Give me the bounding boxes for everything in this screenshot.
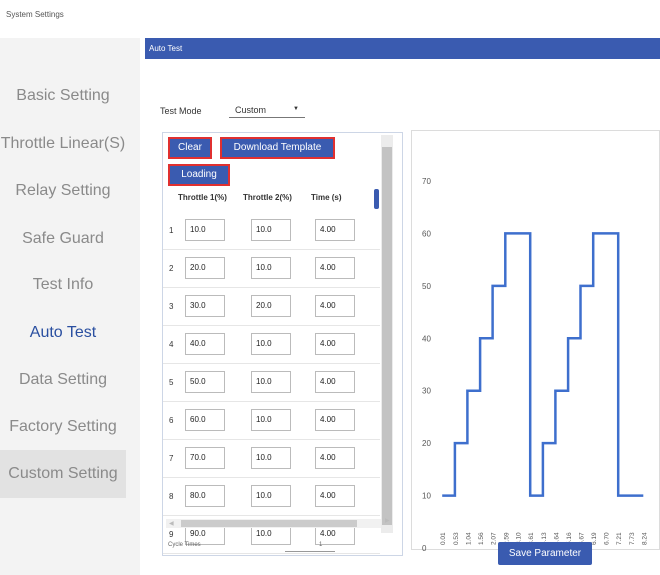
throttle-chart: 0102030405060700.01 0.53 1.04 1.56 2.07 2.59 3…: [422, 177, 648, 553]
page-title: Auto Test: [145, 38, 660, 59]
y-tick-label: 20: [422, 439, 431, 448]
table-row: 5 50.0 10.0 4.00: [163, 364, 380, 402]
time-input[interactable]: 4.00: [315, 409, 355, 431]
time-input[interactable]: 4.00: [315, 295, 355, 317]
throttle-2-input[interactable]: 20.0: [251, 295, 291, 317]
sidebar-item-basic-setting[interactable]: Basic Setting: [0, 87, 126, 105]
download-template-button[interactable]: Download Template: [220, 137, 335, 159]
row-index: 8: [169, 492, 174, 501]
test-mode-label: Test Mode: [160, 106, 202, 116]
column-header-marker: [374, 189, 379, 209]
throttle-2-input[interactable]: 10.0: [251, 333, 291, 355]
row-index: 1: [169, 226, 174, 235]
time-input[interactable]: 4.00: [315, 333, 355, 355]
x-tick-label: 7.21: [616, 532, 623, 545]
x-tick-label: 1.56: [478, 532, 485, 545]
row-index: 9: [169, 530, 174, 539]
column-header-throttle-2: Throttle 2(%): [243, 193, 292, 202]
throttle-1-input[interactable]: 60.0: [185, 409, 225, 431]
y-tick-label: 50: [422, 282, 431, 291]
throttle-2-input[interactable]: 10.0: [251, 485, 291, 507]
y-tick-label: 0: [422, 544, 427, 551]
throttle-1-input[interactable]: 10.0: [185, 219, 225, 241]
main-panel: Auto Test Test Mode Custom ▼ Clear Downl…: [145, 38, 660, 575]
table-row: 3 30.0 20.0 4.00: [163, 288, 380, 326]
vertical-scroll-thumb[interactable]: [382, 147, 392, 525]
sidebar-item-factory-setting[interactable]: Factory Setting: [0, 418, 126, 436]
throttle-2-input[interactable]: 10.0: [251, 409, 291, 431]
chart-panel: 0 10 20 30 40 50 60 70 0.01 0.53 1.04 1.56 2.07 2.59 3…: [411, 130, 660, 553]
throttle-1-input[interactable]: 20.0: [185, 257, 225, 279]
scroll-left-icon[interactable]: ◀: [169, 520, 174, 527]
table-horizontal-scrollbar[interactable]: [166, 519, 381, 528]
y-tick-label: 70: [422, 177, 431, 186]
save-parameter-button[interactable]: Save Parameter: [498, 542, 592, 565]
time-input[interactable]: 4.00: [315, 485, 355, 507]
x-tick-label: 6.70: [604, 532, 611, 545]
row-index: 7: [169, 454, 174, 463]
app-title: System Settings: [6, 10, 64, 19]
throttle-1-input[interactable]: 30.0: [185, 295, 225, 317]
y-tick-label: 40: [422, 334, 431, 343]
throttle-2-input[interactable]: 10.0: [251, 219, 291, 241]
time-input[interactable]: 4.00: [315, 371, 355, 393]
x-tick-label: 7.73: [629, 532, 636, 545]
table-row: 1 10.0 10.0 4.00: [163, 212, 380, 250]
table-row: 2 20.0 10.0 4.00: [163, 250, 380, 288]
sidebar-item-test-info[interactable]: Test Info: [0, 276, 126, 294]
table-row: 6 60.0 10.0 4.00: [163, 402, 380, 440]
row-index: 3: [169, 302, 174, 311]
column-header-time: Time (s): [311, 193, 342, 202]
y-tick-label: 10: [422, 492, 431, 501]
horizontal-scroll-thumb[interactable]: [181, 520, 357, 527]
throttle-1-input[interactable]: 80.0: [185, 485, 225, 507]
table-row: 7 70.0 10.0 4.00: [163, 440, 380, 478]
throttle-1-input[interactable]: 70.0: [185, 447, 225, 469]
throttle-2-input[interactable]: 10.0: [251, 371, 291, 393]
row-index: 2: [169, 264, 174, 273]
x-tick-label: 2.07: [491, 532, 498, 545]
sidebar-item-auto-test[interactable]: Auto Test: [0, 324, 126, 342]
sidebar: Basic Setting Throttle Linear(S) Relay S…: [0, 38, 140, 575]
time-input[interactable]: 4.00: [315, 257, 355, 279]
row-index: 5: [169, 378, 174, 387]
series-line: [442, 232, 644, 497]
throttle-1-input[interactable]: 40.0: [185, 333, 225, 355]
sidebar-item-throttle-linear[interactable]: Throttle Linear(S): [0, 135, 126, 153]
time-input[interactable]: 4.00: [315, 219, 355, 241]
sidebar-item-safe-guard[interactable]: Safe Guard: [0, 230, 126, 248]
row-index: 6: [169, 416, 174, 425]
y-tick-label: 30: [422, 387, 431, 396]
x-tick-label: 1.04: [465, 532, 472, 545]
sidebar-item-data-setting[interactable]: Data Setting: [0, 371, 126, 389]
x-tick-label: 0.53: [453, 532, 460, 545]
x-tick-label: 8.24: [641, 532, 648, 545]
chevron-down-icon: ▼: [293, 106, 299, 112]
time-input[interactable]: 4.00: [315, 447, 355, 469]
x-tick-label: 6.19: [591, 532, 598, 545]
loading-button[interactable]: Loading: [168, 164, 230, 186]
test-mode-select[interactable]: Custom ▼: [229, 102, 305, 118]
scroll-right-icon[interactable]: ▶: [385, 517, 390, 524]
table-vertical-scrollbar[interactable]: [381, 135, 393, 533]
x-tick-label: 0.01: [440, 532, 447, 545]
sidebar-item-custom-setting[interactable]: Custom Setting: [0, 450, 126, 498]
y-tick-label: 60: [422, 229, 431, 238]
table-row: 8 80.0 10.0 4.00: [163, 478, 380, 516]
throttle-2-input[interactable]: 10.0: [251, 447, 291, 469]
row-index: 4: [169, 340, 174, 349]
test-table-panel: Clear Download Template Loading Throttle…: [162, 132, 403, 556]
cycle-times-input[interactable]: 1: [285, 542, 335, 552]
clear-button[interactable]: Clear: [168, 137, 212, 159]
column-header-throttle-1: Throttle 1(%): [178, 193, 227, 202]
sidebar-item-relay-setting[interactable]: Relay Setting: [0, 182, 126, 200]
table-row: 4 40.0 10.0 4.00: [163, 326, 380, 364]
throttle-1-input[interactable]: 50.0: [185, 371, 225, 393]
cycle-times-label: Cycle Times: [168, 542, 201, 548]
test-mode-value: Custom: [235, 105, 267, 115]
throttle-2-input[interactable]: 10.0: [251, 257, 291, 279]
